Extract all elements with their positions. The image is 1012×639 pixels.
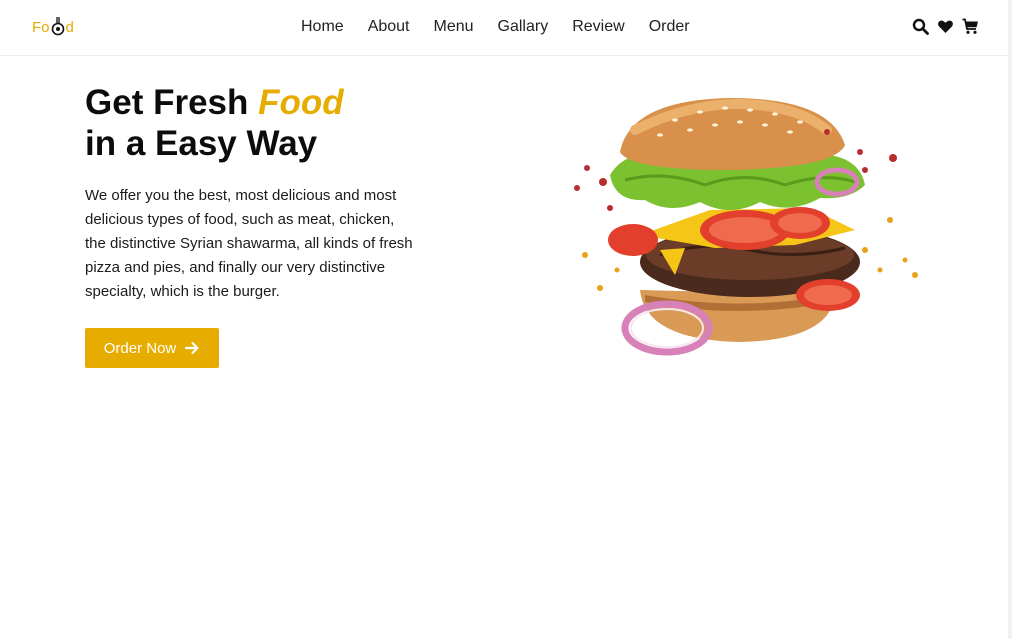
header-icons xyxy=(912,18,979,35)
hero-title: Get Fresh Food in a Easy Way xyxy=(85,82,344,164)
nav-order[interactable]: Order xyxy=(649,17,690,37)
hero-title-accent: Food xyxy=(258,83,344,122)
main-nav: Home About Menu Gallary Review Order xyxy=(301,17,690,37)
arrow-right-icon xyxy=(184,340,200,356)
nav-home[interactable]: Home xyxy=(301,17,344,37)
hero-description: We offer you the best, most delicious an… xyxy=(85,187,413,300)
hero-title-line2: in a Easy Way xyxy=(85,124,318,163)
nav-about[interactable]: About xyxy=(368,17,410,37)
burger-image xyxy=(565,90,925,370)
logo[interactable]: Fo d xyxy=(32,16,74,38)
search-icon[interactable] xyxy=(912,18,929,35)
logo-text-end: d xyxy=(65,18,74,36)
heart-icon[interactable] xyxy=(937,18,954,35)
site-header: Fo d Home About Menu Gallary Review Orde… xyxy=(0,0,1008,56)
order-now-button[interactable]: Order Now xyxy=(85,328,219,368)
scrollbar[interactable] xyxy=(1008,0,1012,639)
logo-text-start: Fo xyxy=(32,18,50,36)
nav-review[interactable]: Review xyxy=(572,17,624,37)
nav-gallary[interactable]: Gallary xyxy=(498,17,549,37)
hero-title-start: Get Fresh xyxy=(85,83,259,122)
plate-icon xyxy=(51,16,65,38)
nav-menu[interactable]: Menu xyxy=(434,17,474,37)
cart-icon[interactable] xyxy=(962,18,979,35)
order-now-label: Order Now xyxy=(103,339,177,357)
